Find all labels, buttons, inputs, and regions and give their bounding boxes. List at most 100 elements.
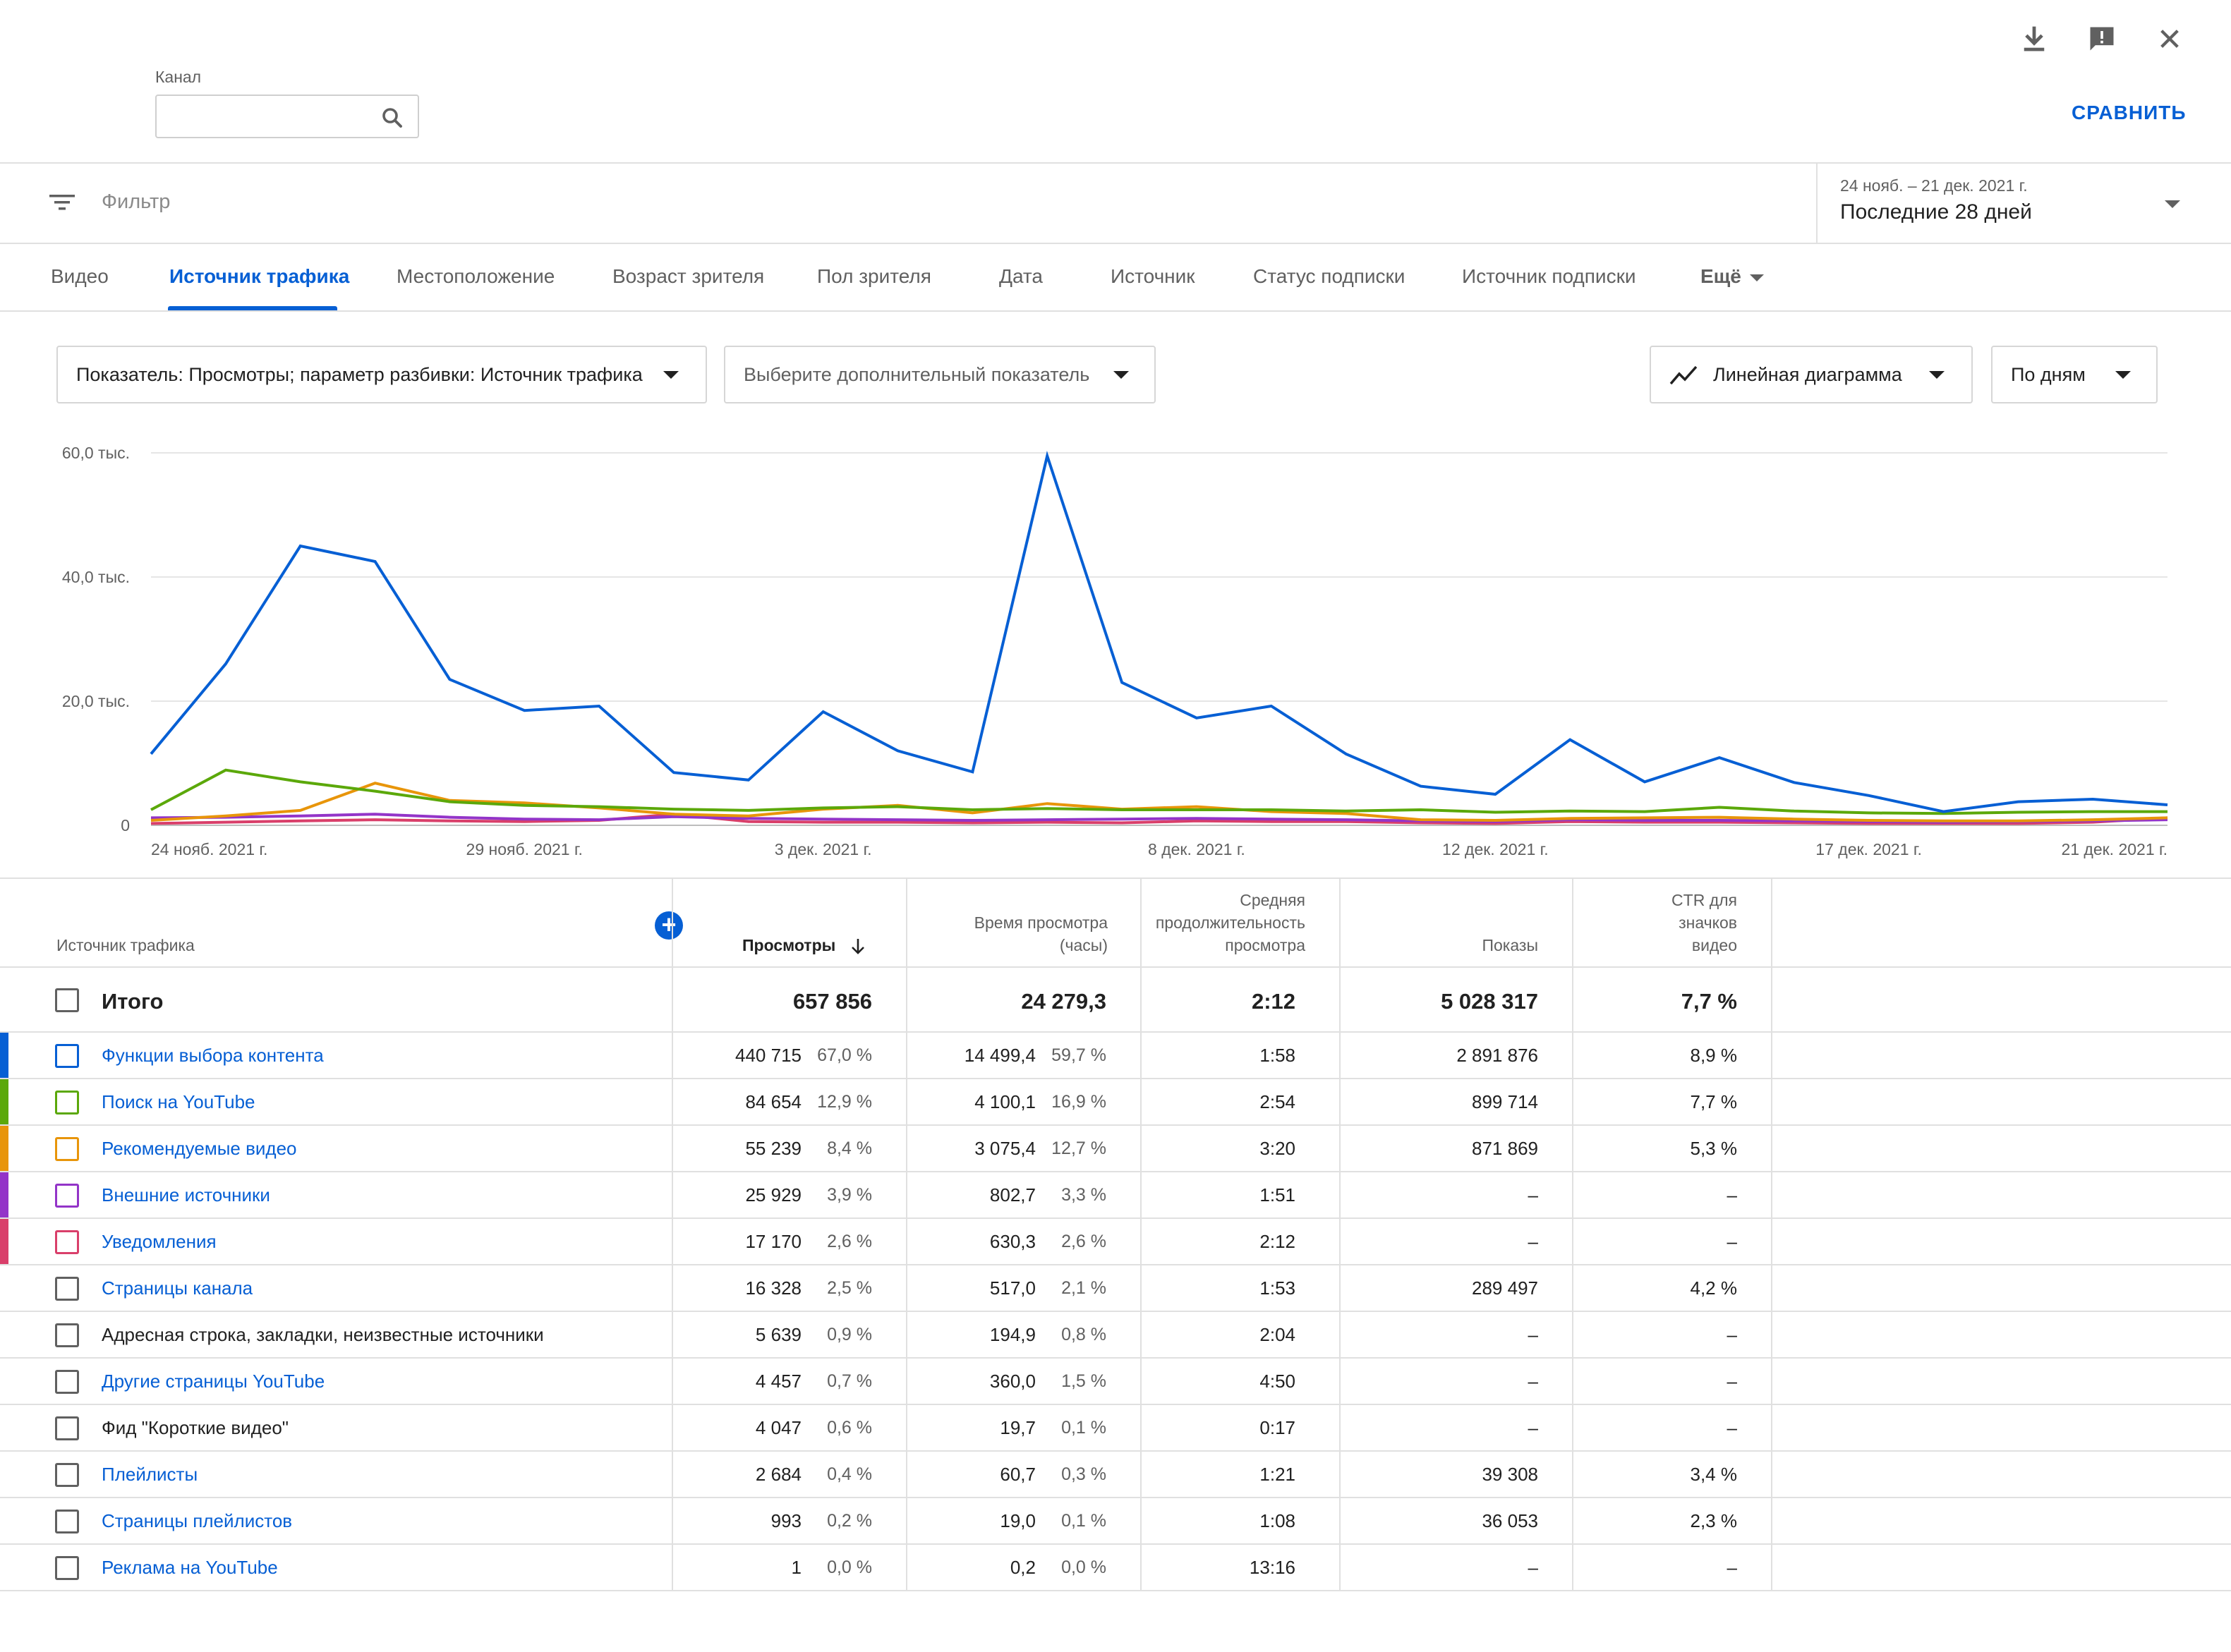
header-avg-duration-line1: Средняя bbox=[1240, 891, 1305, 909]
watch-time-value: 4 100,1 bbox=[974, 1091, 1036, 1112]
impressions-value: – bbox=[1528, 1371, 1538, 1392]
table-row[interactable]: Адресная строка, закладки, неизвестные и… bbox=[0, 1312, 2231, 1359]
watch-time-value: 3 075,4 bbox=[974, 1138, 1036, 1159]
date-range-picker[interactable]: 24 нояб. – 21 дек. 2021 г. Последние 28 … bbox=[1816, 164, 2231, 243]
avg-duration-value: 2:12 bbox=[1259, 1231, 1295, 1252]
tab-viewer-age[interactable]: Возраст зрителя bbox=[612, 265, 764, 288]
filter-input[interactable]: Фильтр bbox=[102, 190, 170, 214]
feedback-icon[interactable] bbox=[2084, 21, 2120, 56]
filter-icon[interactable] bbox=[49, 192, 75, 213]
table-row[interactable]: Рекомендуемые видео 3:20 871 869 5,3 % 55 23… bbox=[0, 1126, 2231, 1172]
row-checkbox[interactable] bbox=[55, 1323, 79, 1347]
impressions-value: – bbox=[1528, 1557, 1538, 1578]
tab-location[interactable]: Местоположение bbox=[397, 265, 555, 288]
granularity-dropdown[interactable]: По дням bbox=[1991, 346, 2158, 403]
table-header: Источник трафика + Просмотры Время просм… bbox=[0, 877, 2231, 968]
table-row[interactable]: Другие страницы YouTube 4:50 – – 4 457 0,7 % 3… bbox=[0, 1359, 2231, 1405]
table-row[interactable]: Поиск на YouTube 2:54 899 714 7,7 % 84 654 12… bbox=[0, 1079, 2231, 1126]
tab-subscription-status[interactable]: Статус подписки bbox=[1253, 265, 1405, 288]
row-name[interactable]: Рекомендуемые видео bbox=[102, 1138, 297, 1160]
active-tab-indicator bbox=[168, 306, 337, 310]
ctr-value: 3,4 % bbox=[1690, 1464, 1738, 1485]
row-checkbox[interactable] bbox=[55, 1137, 79, 1161]
row-name[interactable]: Поиск на YouTube bbox=[102, 1091, 255, 1113]
table-row[interactable]: Внешние источники 1:51 – – 25 929 3,9 % 802,7 3… bbox=[0, 1172, 2231, 1219]
table-row[interactable]: Уведомления 2:12 – – 17 170 2,6 % 630,3 2,6 % bbox=[0, 1219, 2231, 1265]
row-checkbox[interactable] bbox=[55, 1463, 79, 1487]
row-name[interactable]: Реклама на YouTube bbox=[102, 1557, 278, 1579]
row-name[interactable]: Плейлисты bbox=[102, 1464, 198, 1486]
table-row[interactable]: Фид "Короткие видео" 0:17 – – 4 047 0,6 % 19,7… bbox=[0, 1405, 2231, 1452]
line-chart-svg[interactable]: 0 20,0 тыс. 40,0 тыс. 60,0 тыс. 24 нояб. 202… bbox=[0, 423, 2231, 875]
compare-button[interactable]: СРАВНИТЬ bbox=[2072, 102, 2186, 124]
chart-type-dropdown[interactable]: Линейная диаграмма bbox=[1650, 346, 1973, 403]
views-percent: 0,4 % bbox=[827, 1464, 872, 1484]
column-divider bbox=[1771, 877, 1772, 1590]
header-watch-time-line2: (часы) bbox=[1059, 936, 1108, 954]
chevron-down-icon bbox=[1929, 371, 1945, 379]
row-checkbox[interactable] bbox=[55, 1044, 79, 1068]
table-total-row[interactable]: Итого 657 856 24 279,3 2:12 5 028 317 7,7 % bbox=[0, 968, 2231, 1033]
table-row[interactable]: Плейлисты 1:21 39 308 3,4 % 2 684 0,4 % 60,7 0,… bbox=[0, 1452, 2231, 1498]
watch-time-percent: 0,1 % bbox=[1061, 1511, 1106, 1531]
avg-duration-value: 1:21 bbox=[1259, 1464, 1295, 1485]
row-checkbox[interactable] bbox=[55, 1556, 79, 1580]
avg-duration-value: 1:08 bbox=[1259, 1510, 1295, 1531]
header-traffic-source[interactable]: Источник трафика bbox=[56, 934, 195, 956]
header-avg-duration[interactable]: Средняя продолжительность просмотра bbox=[1115, 889, 1305, 956]
table-row[interactable]: Реклама на YouTube 13:16 – – 1 0,0 % 0,2 0,0 % bbox=[0, 1545, 2231, 1591]
row-name[interactable]: Страницы плейлистов bbox=[102, 1510, 292, 1532]
search-icon[interactable] bbox=[380, 105, 405, 130]
header-views[interactable]: Просмотры bbox=[742, 934, 866, 956]
row-name[interactable]: Внешние источники bbox=[102, 1184, 270, 1206]
row-name[interactable]: Адресная строка, закладки, неизвестные и… bbox=[102, 1324, 544, 1346]
tab-date[interactable]: Дата bbox=[999, 265, 1043, 288]
header-impressions[interactable]: Показы bbox=[1341, 934, 1538, 956]
row-name[interactable]: Страницы канала bbox=[102, 1277, 253, 1299]
ctr-value: 4,2 % bbox=[1690, 1277, 1738, 1299]
header-views-label: Просмотры bbox=[742, 936, 836, 954]
header-watch-time[interactable]: Время просмотра (часы) bbox=[910, 911, 1108, 956]
watch-time-value: 630,3 bbox=[989, 1231, 1036, 1252]
table-row[interactable]: Страницы плейлистов 1:08 36 053 2,3 % 993 0,2… bbox=[0, 1498, 2231, 1545]
metric-dropdown[interactable]: Показатель: Просмотры; параметр разбивки… bbox=[56, 346, 707, 403]
impressions-value: 2 891 876 bbox=[1456, 1045, 1538, 1066]
row-checkbox[interactable] bbox=[55, 1277, 79, 1301]
channel-search-input[interactable] bbox=[167, 102, 371, 131]
watch-time-value: 802,7 bbox=[989, 1184, 1036, 1205]
row-name[interactable]: Функции выбора контента bbox=[102, 1045, 324, 1067]
tab-source[interactable]: Источник bbox=[1111, 265, 1195, 288]
tab-more[interactable]: Ещё bbox=[1700, 265, 1764, 288]
row-name[interactable]: Другие страницы YouTube bbox=[102, 1371, 325, 1392]
watch-time-percent: 1,5 % bbox=[1061, 1371, 1106, 1391]
row-checkbox[interactable] bbox=[55, 1184, 79, 1208]
row-checkbox[interactable] bbox=[55, 1370, 79, 1394]
row-checkbox[interactable] bbox=[55, 1091, 79, 1115]
row-checkbox[interactable] bbox=[55, 1416, 79, 1440]
header-ctr[interactable]: CTR для значков видео bbox=[1552, 889, 1737, 956]
row-checkbox[interactable] bbox=[55, 1230, 79, 1254]
close-icon[interactable] bbox=[2152, 21, 2187, 56]
secondary-metric-dropdown[interactable]: Выберите дополнительный показатель bbox=[724, 346, 1156, 403]
chevron-down-icon bbox=[663, 371, 679, 379]
add-metric-button[interactable]: + bbox=[655, 911, 683, 940]
tab-traffic-source[interactable]: Источник трафика bbox=[169, 265, 349, 288]
table-row[interactable]: Страницы канала 1:53 289 497 4,2 % 16 328 2,5… bbox=[0, 1265, 2231, 1312]
ctr-value: 7,7 % bbox=[1681, 989, 1737, 1014]
tab-viewer-gender[interactable]: Пол зрителя bbox=[817, 265, 931, 288]
row-checkbox[interactable] bbox=[55, 1510, 79, 1533]
channel-search-box[interactable] bbox=[155, 95, 419, 138]
ctr-value: 5,3 % bbox=[1690, 1138, 1738, 1159]
tab-more-label: Ещё bbox=[1700, 265, 1741, 287]
line-chart[interactable]: 0 20,0 тыс. 40,0 тыс. 60,0 тыс. 24 нояб. 202… bbox=[0, 423, 2231, 875]
row-name[interactable]: Уведомления bbox=[102, 1231, 217, 1253]
views-value: 1 bbox=[791, 1557, 802, 1578]
table-row[interactable]: Функции выбора контента 1:58 2 891 876 8,9 … bbox=[0, 1033, 2231, 1079]
download-icon[interactable] bbox=[2017, 21, 2052, 56]
tab-subscription-source[interactable]: Источник подписки bbox=[1462, 265, 1636, 288]
row-checkbox[interactable] bbox=[55, 988, 79, 1012]
channel-label: Канал bbox=[155, 68, 202, 86]
tab-video[interactable]: Видео bbox=[51, 265, 109, 288]
row-name[interactable]: Фид "Короткие видео" bbox=[102, 1417, 289, 1439]
series-line[interactable] bbox=[150, 451, 2168, 813]
